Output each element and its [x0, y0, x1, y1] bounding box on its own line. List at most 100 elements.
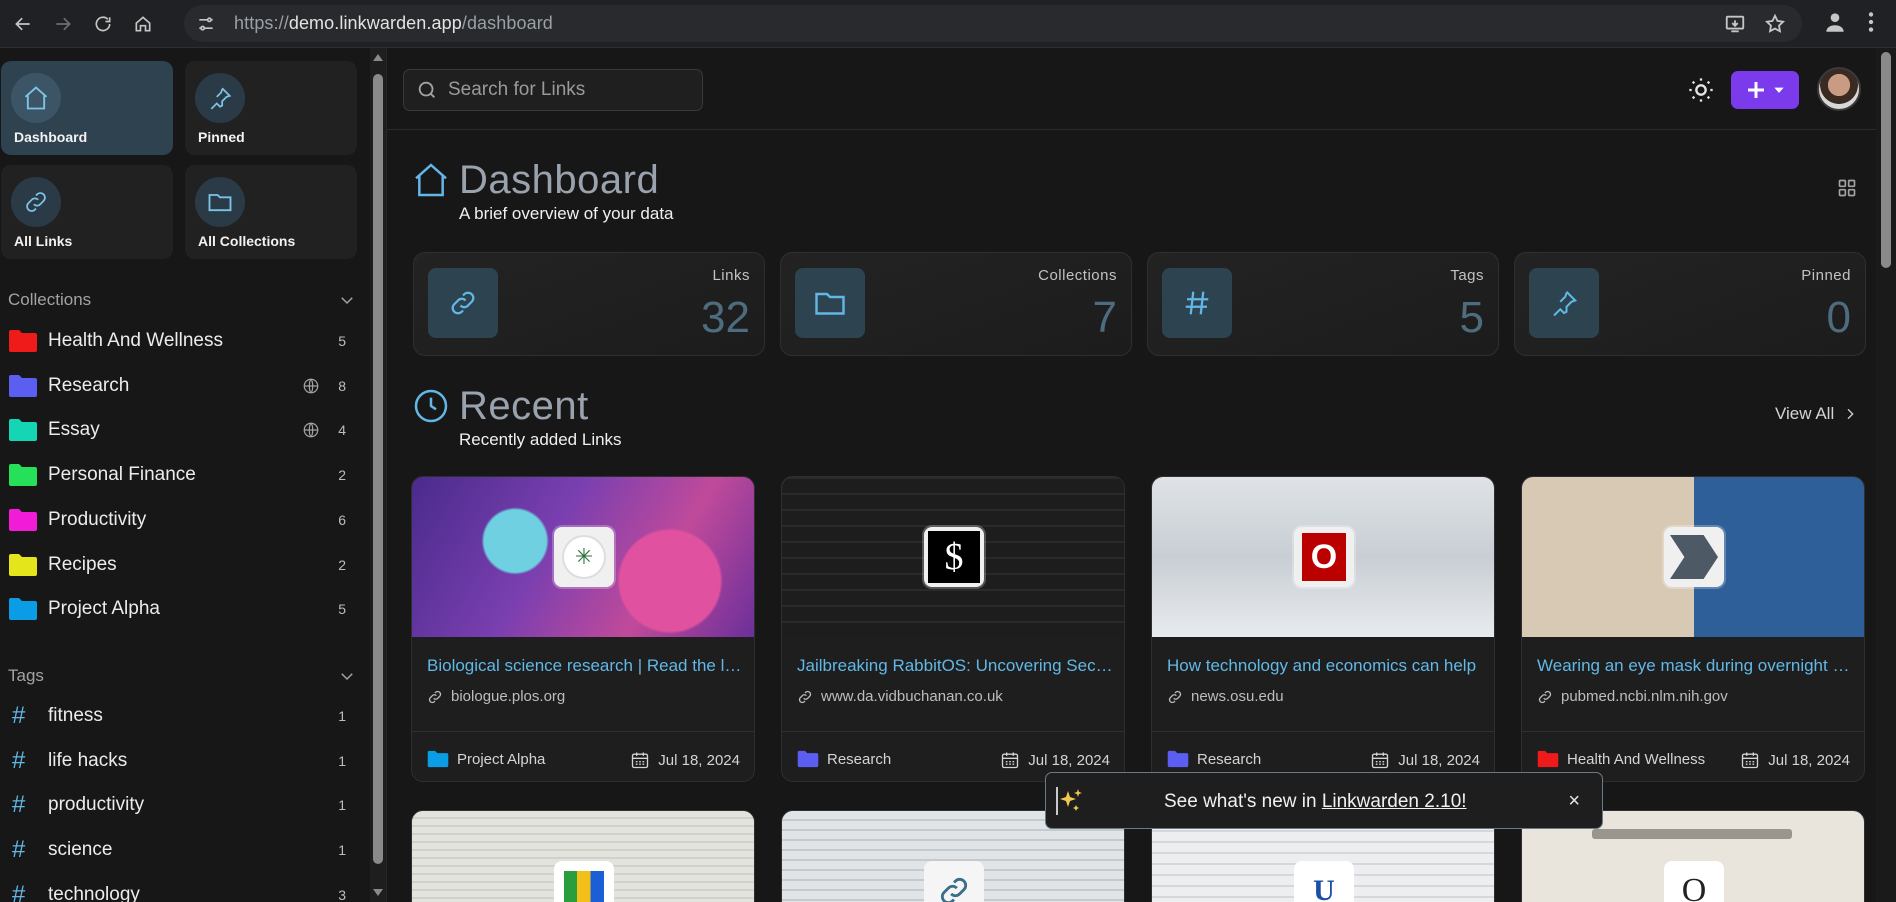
collection-name: Research	[48, 374, 130, 396]
scroll-up-arrow-icon[interactable]	[373, 54, 383, 61]
plus-icon	[1748, 82, 1764, 98]
link-card[interactable]: $ Jailbreaking RabbitOS: Uncovering Secre…	[781, 476, 1125, 782]
sidebar-collection-item[interactable]: Productivity 6	[0, 498, 356, 542]
tags-heading: Tags	[8, 666, 44, 685]
view-grid-icon[interactable]	[1837, 178, 1857, 198]
link-title[interactable]: Wearing an eye mask during overnight sle…	[1537, 656, 1855, 676]
hash-icon: #	[12, 746, 26, 774]
card-divider	[412, 731, 754, 732]
link-icon	[798, 690, 812, 703]
folder-icon	[9, 419, 37, 442]
sidebar-tag-item[interactable]: # productivity 1	[0, 783, 356, 827]
card-divider	[1152, 731, 1494, 732]
stat-card-tags: Tags 5	[1147, 252, 1499, 356]
chevron-down-icon[interactable]	[338, 291, 356, 309]
link-collection[interactable]: Research	[797, 750, 891, 768]
chevron-right-icon	[1847, 408, 1854, 420]
link-title[interactable]: Jailbreaking RabbitOS: Uncovering Secret…	[797, 656, 1115, 676]
date-text: Jul 18, 2024	[1398, 751, 1480, 769]
link-card[interactable]	[411, 810, 755, 902]
tags-section-header[interactable]: Tags	[8, 666, 356, 686]
scroll-down-arrow-icon[interactable]	[373, 889, 383, 896]
collection-count: 2	[338, 556, 346, 573]
stat-value: 7	[1092, 293, 1117, 342]
sidebar-collection-item[interactable]: Recipes 2	[0, 543, 356, 587]
collections-section-header[interactable]: Collections	[8, 290, 356, 310]
favicon-icon: U	[1294, 861, 1354, 902]
link-card[interactable]: O How technology and economics can help ne…	[1151, 476, 1495, 782]
collection-text: Research	[1197, 750, 1262, 768]
scroll-thumb[interactable]	[1881, 52, 1891, 268]
tag-name: life hacks	[48, 749, 128, 771]
search-icon	[418, 81, 435, 98]
home-icon[interactable]	[126, 7, 160, 41]
bookmark-star-icon[interactable]	[1764, 13, 1786, 35]
profile-icon[interactable]	[1822, 9, 1848, 35]
reload-icon[interactable]	[86, 7, 120, 41]
link-collection[interactable]: Project Alpha	[427, 750, 545, 768]
tag-count: 1	[338, 708, 346, 724]
stat-value: 32	[701, 293, 750, 342]
recent-title: Recent	[459, 384, 589, 428]
user-avatar[interactable]	[1817, 67, 1861, 111]
sidebar-tag-item[interactable]: # fitness 1	[0, 694, 356, 738]
folder-icon	[195, 177, 245, 227]
close-icon[interactable]: ×	[1568, 790, 1580, 813]
sidebar-scrollbar[interactable]	[370, 48, 386, 902]
clock-icon	[414, 389, 448, 423]
stat-card-pinned: Pinned 0	[1514, 252, 1866, 356]
sidebar-tag-item[interactable]: # technology 3	[0, 873, 356, 902]
link-collection[interactable]: Research	[1167, 750, 1261, 768]
address-bar[interactable]: https://demo.linkwarden.app/dashboard	[184, 5, 1802, 42]
sidebar-tag-item[interactable]: # science 1	[0, 828, 356, 872]
favicon-icon	[924, 861, 984, 902]
browser-menu-icon[interactable]	[1858, 9, 1884, 35]
install-app-icon[interactable]	[1724, 13, 1746, 35]
forward-icon[interactable]	[46, 7, 80, 41]
sidebar-item-label: Dashboard	[14, 129, 88, 145]
caret-down-icon	[1774, 87, 1784, 93]
sidebar-collection-item[interactable]: Project Alpha 5	[0, 587, 356, 631]
sidebar-item-all-collections[interactable]: All Collections	[185, 165, 357, 259]
date-text: Jul 18, 2024	[1028, 751, 1110, 769]
collection-count: 6	[338, 511, 346, 528]
house-icon	[415, 163, 447, 197]
link-title[interactable]: How technology and economics can help	[1167, 656, 1485, 676]
main-scrollbar[interactable]	[1876, 48, 1896, 902]
link-icon	[428, 268, 498, 338]
domain-text: www.da.vidbuchanan.co.uk	[821, 688, 1003, 705]
back-icon[interactable]	[6, 7, 40, 41]
sidebar-collection-item[interactable]: Health And Wellness 5	[0, 319, 356, 363]
theme-toggle-sun-icon[interactable]	[1687, 76, 1715, 104]
sidebar-item-dashboard[interactable]: Dashboard	[1, 61, 173, 155]
sidebar-item-label: All Collections	[198, 233, 296, 249]
release-notes-link[interactable]: Linkwarden 2.10!	[1322, 791, 1467, 812]
link-title[interactable]: Biological science research | Read the l…	[427, 656, 745, 676]
domain-text: pubmed.ncbi.nlm.nih.gov	[1561, 688, 1728, 705]
search-input[interactable]	[448, 79, 688, 101]
link-icon	[1168, 690, 1182, 703]
view-all-link[interactable]: View All	[1775, 404, 1858, 424]
pin-icon	[1529, 268, 1599, 338]
link-collection[interactable]: Health And Wellness	[1537, 750, 1705, 768]
site-settings-icon[interactable]	[196, 14, 216, 34]
link-card[interactable]: ✳ Biological science research | Read the …	[411, 476, 755, 782]
sidebar-collection-item[interactable]: Essay 4	[0, 408, 356, 452]
scroll-thumb[interactable]	[373, 74, 383, 864]
sidebar-collection-item[interactable]: Personal Finance 2	[0, 453, 356, 497]
add-new-button[interactable]	[1731, 71, 1799, 109]
link-card[interactable]: Wearing an eye mask during overnight sle…	[1521, 476, 1865, 782]
sidebar-item-label: Pinned	[198, 129, 245, 145]
stat-label: Links	[712, 267, 750, 284]
search-box[interactable]	[403, 69, 703, 111]
stat-label: Pinned	[1801, 267, 1851, 284]
sidebar-item-all-links[interactable]: All Links	[1, 165, 173, 259]
sidebar-collection-item[interactable]: Research 8	[0, 364, 356, 408]
chevron-down-icon[interactable]	[338, 667, 356, 685]
top-bar	[387, 48, 1876, 130]
sidebar-tag-item[interactable]: # life hacks 1	[0, 739, 356, 783]
domain-text: news.osu.edu	[1191, 688, 1284, 705]
link-date: Jul 18, 2024	[630, 750, 740, 770]
sidebar-item-pinned[interactable]: Pinned	[185, 61, 357, 155]
tag-name: science	[48, 839, 113, 861]
